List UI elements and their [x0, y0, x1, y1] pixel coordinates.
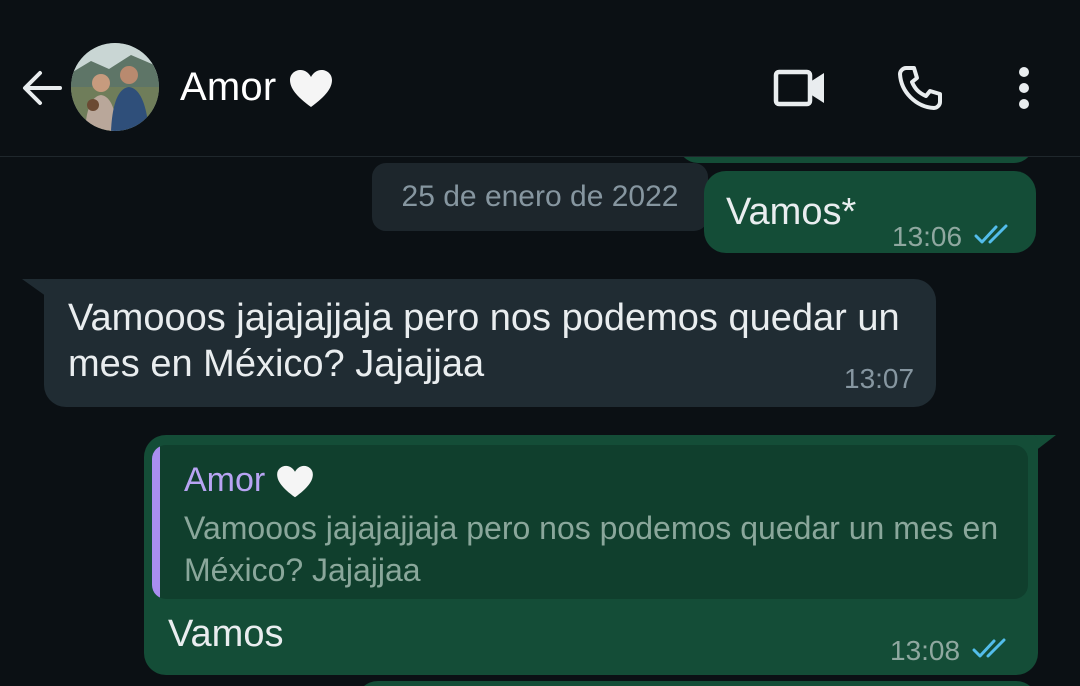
chat-header: Amor [0, 0, 1080, 157]
quote-accent-bar [152, 445, 160, 599]
contact-name-text: Amor [180, 65, 277, 109]
quoted-author: Amor [184, 461, 315, 500]
message-time: 13:06 [892, 221, 963, 252]
message-list[interactable]: 25 de enero de 2022 Vamos* 13:06 Vamooos… [0, 157, 1080, 686]
contact-photo [71, 43, 159, 131]
video-call-button[interactable] [772, 62, 828, 114]
more-vertical-icon [1019, 67, 1029, 109]
double-check-icon [972, 638, 1006, 658]
voice-call-button[interactable] [892, 62, 948, 114]
message-time: 13:07 [844, 363, 915, 394]
phone-icon [898, 66, 942, 110]
incoming-message[interactable]: Vamooos jajajajjaja pero nos podemos que… [44, 279, 936, 407]
quoted-message[interactable]: Amor Vamooos jajajajjaja pero nos podemo… [152, 445, 1028, 599]
message-text: Vamos [168, 613, 284, 655]
outgoing-message[interactable]: Amor Vamooos jajajajjaja pero nos podemo… [144, 435, 1038, 675]
video-camera-icon [773, 69, 824, 107]
outgoing-message[interactable]: Vamos* 13:06 [704, 171, 1036, 253]
quoted-text: Vamooos jajajajjaja pero nos podemos que… [184, 510, 999, 588]
message-text: Vamos* [726, 191, 857, 233]
avatar[interactable] [71, 43, 159, 131]
double-check-icon [974, 224, 1008, 244]
next-message-bubble[interactable] [356, 681, 1038, 686]
white-heart-icon [276, 465, 313, 498]
more-options-button[interactable] [1006, 62, 1042, 114]
contact-name[interactable]: Amor [180, 64, 334, 110]
date-separator: 25 de enero de 2022 [372, 163, 708, 231]
arrow-left-icon [23, 71, 62, 105]
message-text: Vamooos jajajajjaja pero nos podemos que… [68, 297, 900, 385]
previous-message-bubble[interactable] [678, 157, 1034, 163]
back-button[interactable] [18, 66, 66, 110]
quoted-author-text: Amor [184, 461, 266, 499]
white-heart-icon [289, 70, 332, 108]
message-time: 13:08 [890, 635, 961, 666]
